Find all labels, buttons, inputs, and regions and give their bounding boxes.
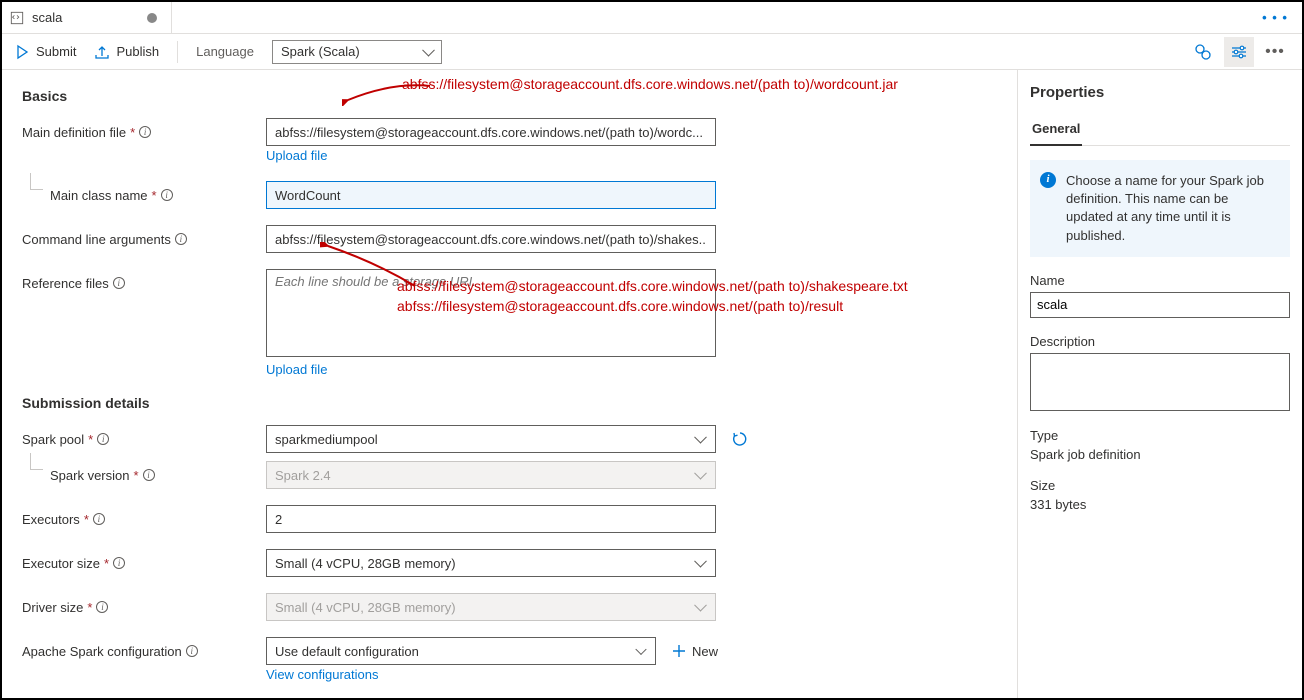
label-name: Name — [1030, 273, 1290, 288]
spark-pool-select[interactable]: sparkmediumpool — [266, 425, 716, 453]
executors-input[interactable] — [266, 505, 716, 533]
info-badge-icon: i — [1040, 172, 1056, 188]
info-icon[interactable]: i — [96, 601, 108, 613]
divider — [177, 41, 178, 63]
executor-size-select[interactable]: Small (4 vCPU, 28GB memory) — [266, 549, 716, 577]
label-main-def: Main definition file — [22, 125, 126, 140]
label-spark-config: Apache Spark configuration — [22, 644, 182, 659]
description-textarea[interactable] — [1030, 353, 1290, 411]
tab-overflow-button[interactable]: • • • — [1256, 6, 1294, 29]
label-cmd-args: Command line arguments — [22, 232, 171, 247]
info-icon[interactable]: i — [113, 557, 125, 569]
plus-icon — [672, 644, 686, 658]
new-config-button[interactable]: New — [672, 644, 718, 659]
upload-ref-link[interactable]: Upload file — [266, 362, 327, 377]
label-main-class: Main class name — [50, 188, 148, 203]
info-icon[interactable]: i — [93, 513, 105, 525]
publish-button[interactable]: Publish — [94, 44, 159, 60]
driver-size-select: Small (4 vCPU, 28GB memory) — [266, 593, 716, 621]
name-input[interactable] — [1030, 292, 1290, 318]
settings-pane-button[interactable] — [1224, 37, 1254, 67]
section-basics: Basics — [22, 88, 997, 104]
view-configurations-link[interactable]: View configurations — [266, 667, 379, 682]
label-description: Description — [1030, 334, 1290, 349]
required-star: * — [84, 512, 89, 527]
section-submission: Submission details — [22, 395, 997, 411]
more-actions-button[interactable]: ••• — [1260, 37, 1290, 67]
reference-files-textarea[interactable] — [266, 269, 716, 357]
info-icon[interactable]: i — [143, 469, 155, 481]
label-type: Type — [1030, 428, 1290, 443]
properties-title: Properties — [1030, 84, 1290, 101]
main-form-pane: abfss://filesystem@storageaccount.dfs.co… — [2, 70, 1017, 698]
required-star: * — [88, 432, 93, 447]
tab-general[interactable]: General — [1030, 113, 1082, 146]
required-star: * — [130, 125, 135, 140]
publish-icon — [94, 44, 110, 60]
info-icon[interactable]: i — [113, 277, 125, 289]
type-value: Spark job definition — [1030, 447, 1290, 462]
info-icon[interactable]: i — [161, 189, 173, 201]
label-spark-version: Spark version — [50, 468, 129, 483]
tab-scala[interactable]: scala — [2, 2, 172, 33]
refresh-pool-button[interactable] — [728, 427, 752, 451]
size-value: 331 bytes — [1030, 497, 1290, 512]
submit-button[interactable]: Submit — [14, 44, 76, 60]
label-executors: Executors — [22, 512, 80, 527]
tab-title: scala — [32, 10, 139, 25]
code-file-icon — [10, 11, 24, 25]
play-icon — [14, 44, 30, 60]
label-size: Size — [1030, 478, 1290, 493]
properties-pane: Properties General i Choose a name for y… — [1017, 70, 1302, 698]
sliders-icon — [1230, 43, 1248, 61]
info-icon[interactable]: i — [175, 233, 187, 245]
cmd-args-input[interactable] — [266, 225, 716, 253]
spark-version-select: Spark 2.4 — [266, 461, 716, 489]
upload-main-def-link[interactable]: Upload file — [266, 148, 327, 163]
label-driver-size: Driver size — [22, 600, 83, 615]
tab-bar: scala • • • — [2, 2, 1302, 34]
main-class-input[interactable] — [266, 181, 716, 209]
language-label: Language — [196, 44, 254, 59]
info-message: i Choose a name for your Spark job defin… — [1030, 160, 1290, 257]
refresh-icon — [731, 430, 749, 448]
info-icon[interactable]: i — [186, 645, 198, 657]
info-icon[interactable]: i — [139, 126, 151, 138]
required-star: * — [104, 556, 109, 571]
toolbar: Submit Publish Language Spark (Scala) ••… — [2, 34, 1302, 70]
required-star: * — [152, 188, 157, 203]
language-select[interactable]: Spark (Scala) — [272, 40, 442, 64]
required-star: * — [133, 468, 138, 483]
info-icon[interactable]: i — [97, 433, 109, 445]
spark-config-select[interactable]: Use default configuration — [266, 637, 656, 665]
related-items-button[interactable] — [1188, 37, 1218, 67]
related-icon — [1194, 43, 1212, 61]
required-star: * — [87, 600, 92, 615]
unsaved-indicator-icon — [147, 13, 157, 23]
label-executor-size: Executor size — [22, 556, 100, 571]
label-ref-files: Reference files — [22, 276, 109, 291]
more-dots-icon: ••• — [1265, 43, 1285, 61]
label-spark-pool: Spark pool — [22, 432, 84, 447]
main-definition-input[interactable] — [266, 118, 716, 146]
